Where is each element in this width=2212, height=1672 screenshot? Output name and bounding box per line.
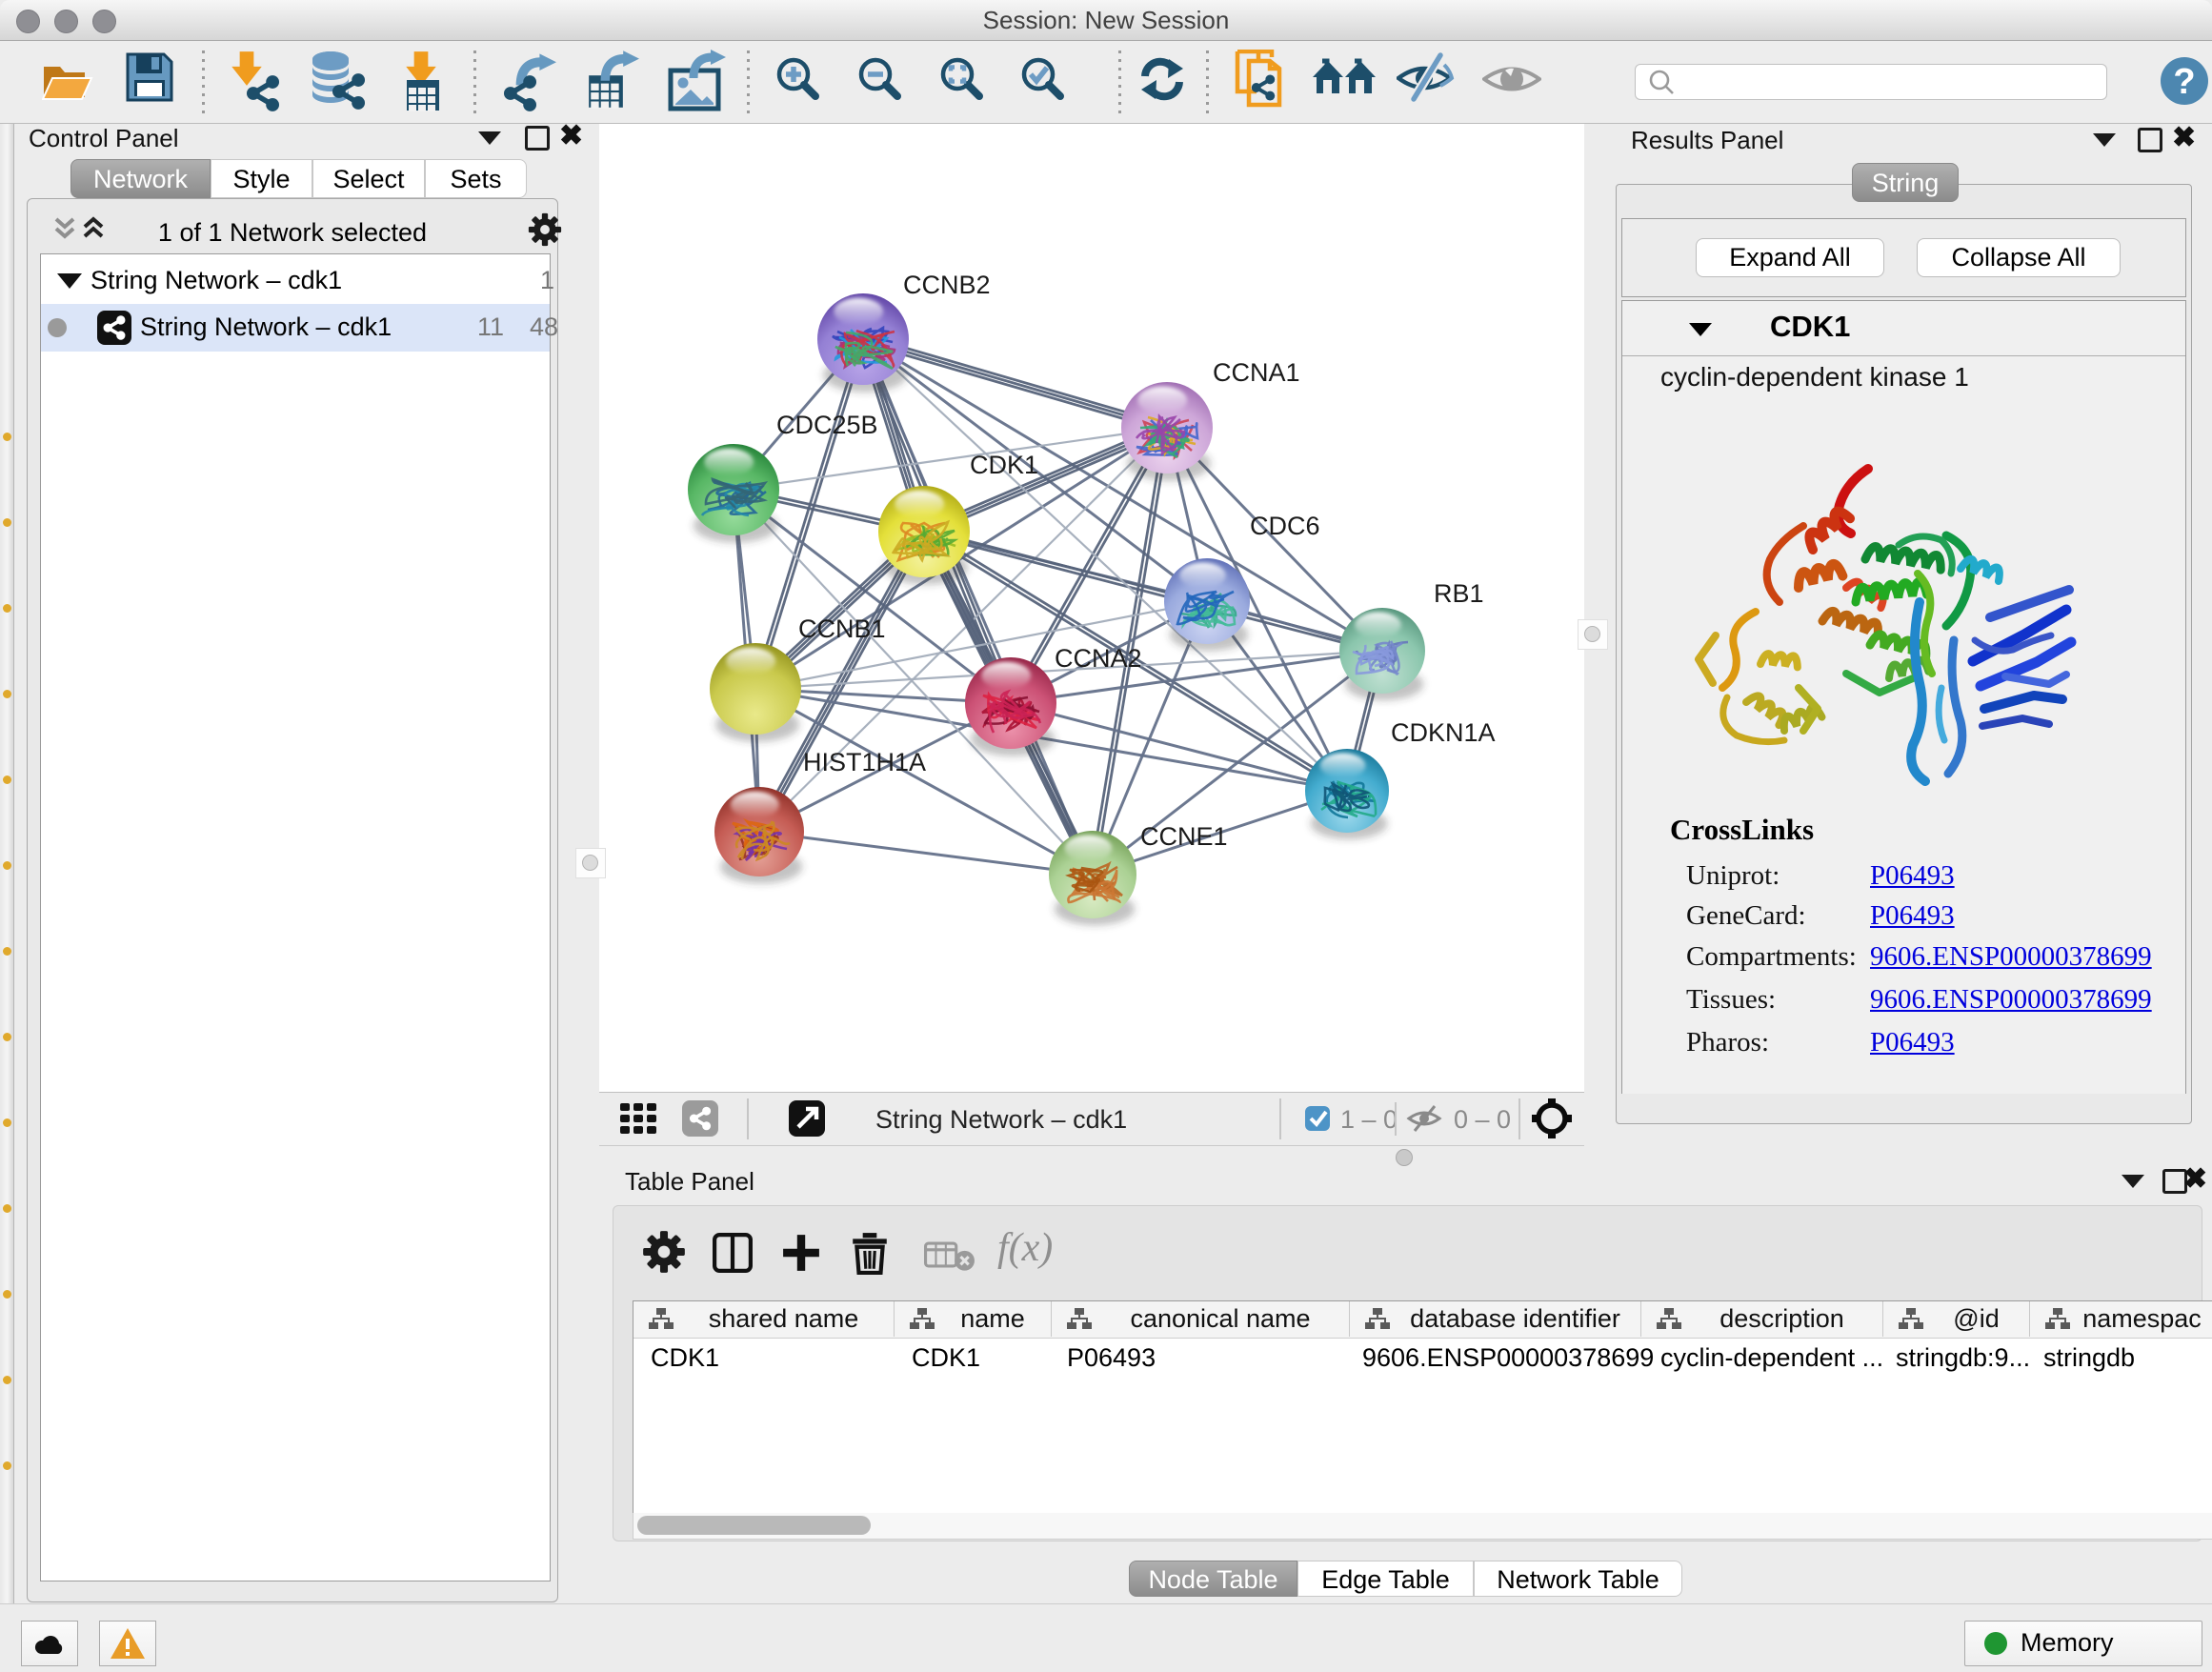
svg-text:CDC6: CDC6 — [1250, 512, 1320, 540]
svg-text:CCNE1: CCNE1 — [1140, 822, 1228, 851]
svg-text:CCNA2: CCNA2 — [1055, 644, 1142, 673]
svg-text:?: ? — [2173, 62, 2195, 102]
svg-text:CCNB2: CCNB2 — [903, 271, 991, 299]
svg-text:0 – 0: 0 – 0 — [1454, 1105, 1511, 1134]
svg-text:CCNA1: CCNA1 — [1213, 358, 1300, 387]
svg-text:String Network – cdk1: String Network – cdk1 — [875, 1105, 1127, 1134]
svg-text:RB1: RB1 — [1434, 579, 1484, 608]
svg-text:1 – 0: 1 – 0 — [1340, 1105, 1398, 1134]
svg-text:HIST1H1A: HIST1H1A — [803, 748, 926, 776]
svg-text:CDKN1A: CDKN1A — [1391, 718, 1496, 747]
svg-text:CDK1: CDK1 — [970, 451, 1038, 479]
svg-text:CDC25B: CDC25B — [776, 411, 878, 439]
svg-text:CCNB1: CCNB1 — [798, 614, 886, 643]
